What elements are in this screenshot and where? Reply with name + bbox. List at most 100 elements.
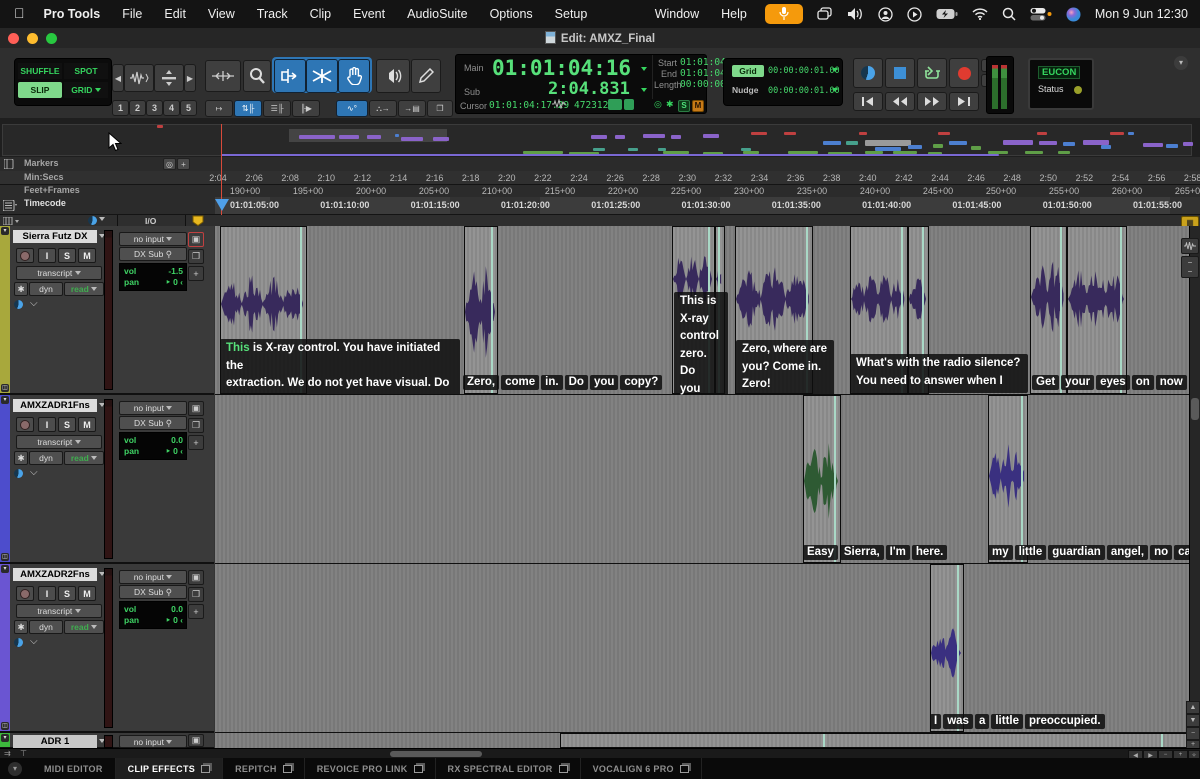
track-color-strip[interactable]: ▾ ◫ — [0, 395, 10, 562]
track-freeze-icon[interactable]: ◫ — [1, 722, 9, 730]
track-freeze-button[interactable]: ✱ — [14, 282, 28, 296]
zoom-in-arrow-button[interactable]: ▶ — [184, 64, 196, 92]
nudge-value[interactable]: 00:00:00:01.00 — [768, 86, 840, 96]
menu-item-clip[interactable]: Clip — [299, 7, 343, 21]
track-freeze-button[interactable]: ✱ — [14, 451, 28, 465]
track-lane-3[interactable] — [215, 733, 1190, 748]
solo-status-badge[interactable]: S — [678, 100, 690, 112]
track-output-selector[interactable]: DX Sub ⚲ — [119, 247, 187, 261]
microphone-status-icon[interactable] — [765, 4, 803, 24]
track-input-selector[interactable]: no input — [119, 735, 187, 748]
track-view-selector[interactable]: transcript — [16, 604, 102, 618]
audio-clip[interactable] — [1030, 226, 1067, 394]
clip-effects-track-button[interactable]: ▣ — [188, 570, 204, 585]
grid-value-toggle[interactable]: Grid — [732, 65, 764, 77]
timeline-insertion-icon[interactable] — [608, 99, 622, 110]
main-counter-caret[interactable] — [641, 67, 647, 71]
track-color-strip[interactable]: ▾ ◫ — [0, 226, 10, 393]
horizontal-scroll-thumb[interactable] — [390, 751, 482, 757]
mode-slip-button[interactable]: SLIP — [18, 82, 62, 98]
track-window-button[interactable]: ❐ — [188, 587, 204, 602]
track-automation-mode[interactable]: read — [64, 451, 104, 465]
menu-item-setup[interactable]: Setup — [544, 7, 599, 21]
track-automation-mode[interactable]: read — [64, 620, 104, 634]
track-freeze-icon[interactable]: ◫ — [1, 384, 9, 392]
audio-clip[interactable] — [560, 733, 1190, 748]
track-header-adr1[interactable]: ▾ ADR 1 no input ▣ — [0, 733, 214, 749]
sub-counter-value[interactable]: 2:04.831 — [548, 79, 630, 99]
track-window-button[interactable]: ❐ — [188, 418, 204, 433]
vertical-scrollbar[interactable] — [1189, 226, 1200, 748]
menu-item-edit[interactable]: Edit — [153, 7, 197, 21]
play-button[interactable] — [917, 58, 947, 88]
track-collapse-icon[interactable]: ▾ — [1, 396, 9, 404]
track-record-button[interactable] — [16, 586, 34, 601]
clip-effects-track-button[interactable]: ▣ — [188, 401, 204, 416]
elastic-audio-track-icon[interactable] — [14, 300, 23, 309]
track-solo-button[interactable]: S — [58, 586, 76, 601]
vol-value[interactable]: 0.0 — [171, 604, 183, 614]
track-solo-button[interactable]: S — [58, 417, 76, 432]
track-list-menu-icon[interactable] — [3, 217, 19, 225]
audio-clip[interactable] — [1067, 226, 1127, 394]
pencil-tool[interactable] — [411, 59, 441, 93]
zoom-preset-2-button[interactable]: 2 — [129, 100, 146, 116]
apple-menu-icon[interactable]:  — [14, 5, 33, 23]
zoom-out-arrow-button[interactable]: ◀ — [112, 64, 124, 92]
go-to-end-button[interactable] — [949, 92, 979, 111]
menu-item-options[interactable]: Options — [479, 7, 544, 21]
track-freeze-button[interactable]: ✱ — [14, 620, 28, 634]
siri-icon[interactable] — [1066, 7, 1081, 22]
track-dyn-button[interactable]: dyn — [29, 282, 63, 296]
track-solo-button[interactable]: S — [58, 248, 76, 263]
edit-selection-icon[interactable] — [624, 99, 634, 110]
scrubber-tool[interactable] — [376, 59, 410, 93]
volume-icon[interactable] — [847, 7, 864, 21]
menu-clock[interactable]: Mon 9 Jun 12:30 — [1095, 7, 1188, 21]
rewind-button[interactable] — [885, 92, 915, 111]
dock-tab-rx-spectral-editor[interactable]: RX SPECTRAL EDITOR — [436, 758, 581, 779]
keyboard-focus-button[interactable]: ⛬→ — [369, 100, 397, 117]
audio-clip[interactable] — [930, 564, 964, 732]
sub-counter-caret[interactable] — [641, 88, 647, 92]
track-collapse-icon[interactable]: ▾ — [1, 734, 9, 742]
track-header-amxzadr2fns[interactable]: ▾ ◫ AMXZADR2Fns I S M transcript ✱ dyn r… — [0, 564, 214, 733]
edit-lanes[interactable]: This is X-ray control. You have initiate… — [215, 226, 1190, 748]
dock-tab-midi-editor[interactable]: MIDI EDITOR — [32, 758, 116, 779]
vertical-scroll-thumb[interactable] — [1191, 398, 1199, 420]
dock-tab-vocalign-6-pro[interactable]: VOCALIGN 6 PRO — [581, 758, 702, 779]
mute-status-badge[interactable]: M — [692, 100, 704, 112]
audio-clip[interactable] — [464, 226, 498, 394]
track-name[interactable]: AMXZADR2Fns — [13, 568, 97, 581]
track-height-minus-button[interactable]: − — [1186, 727, 1200, 740]
menu-item-file[interactable]: File — [111, 7, 153, 21]
zoom-preset-5-button[interactable]: 5 — [180, 100, 197, 116]
now-playing-icon[interactable] — [907, 7, 922, 22]
zoomer-tool[interactable] — [243, 60, 271, 92]
menu-item-audiosuite[interactable]: AudioSuite — [396, 7, 478, 21]
dock-tab-repitch[interactable]: REPITCH — [223, 758, 305, 779]
track-input-monitor-button[interactable]: I — [38, 248, 56, 263]
track-input-selector[interactable]: no input — [119, 570, 187, 584]
pan-value[interactable]: ‣ 0 ‹ — [166, 277, 183, 288]
dock-tab-revoice-pro-link[interactable]: REVOICE PRO LINK — [305, 758, 436, 779]
main-counter-value[interactable]: 01:01:04:16 — [492, 56, 631, 80]
link-timeline-edit-button[interactable]: ⇅╟ — [234, 100, 262, 117]
fast-forward-button[interactable] — [917, 92, 947, 111]
pan-value[interactable]: ‣ 0 ‹ — [166, 446, 183, 457]
scroll-up-button[interactable]: ▲ — [1186, 701, 1200, 714]
link-track-edit-button[interactable]: ☰╟ — [263, 100, 291, 117]
mode-shuffle-button[interactable]: SHUFFLE — [18, 63, 62, 79]
menu-item-view[interactable]: View — [197, 7, 246, 21]
marker-ring-button[interactable]: ◎ — [163, 158, 176, 170]
track-color-strip[interactable]: ▾ ◫ — [0, 564, 10, 731]
tab-to-transient-button[interactable]: ↦ — [205, 100, 233, 117]
track-view-selector[interactable]: transcript — [16, 435, 102, 449]
play-cursor-lock-icon[interactable]: ⇉ — [4, 749, 11, 758]
zoom-preset-4-button[interactable]: 4 — [163, 100, 180, 116]
track-name[interactable]: Sierra Futz DX — [13, 230, 97, 243]
scroll-options-icon[interactable]: ⊤ — [20, 749, 27, 758]
dock-tab-clip-effects[interactable]: CLIP EFFECTS — [116, 758, 223, 779]
selector-tool[interactable] — [306, 59, 338, 93]
automation-follows-edit-button[interactable]: ∿° — [336, 100, 368, 117]
